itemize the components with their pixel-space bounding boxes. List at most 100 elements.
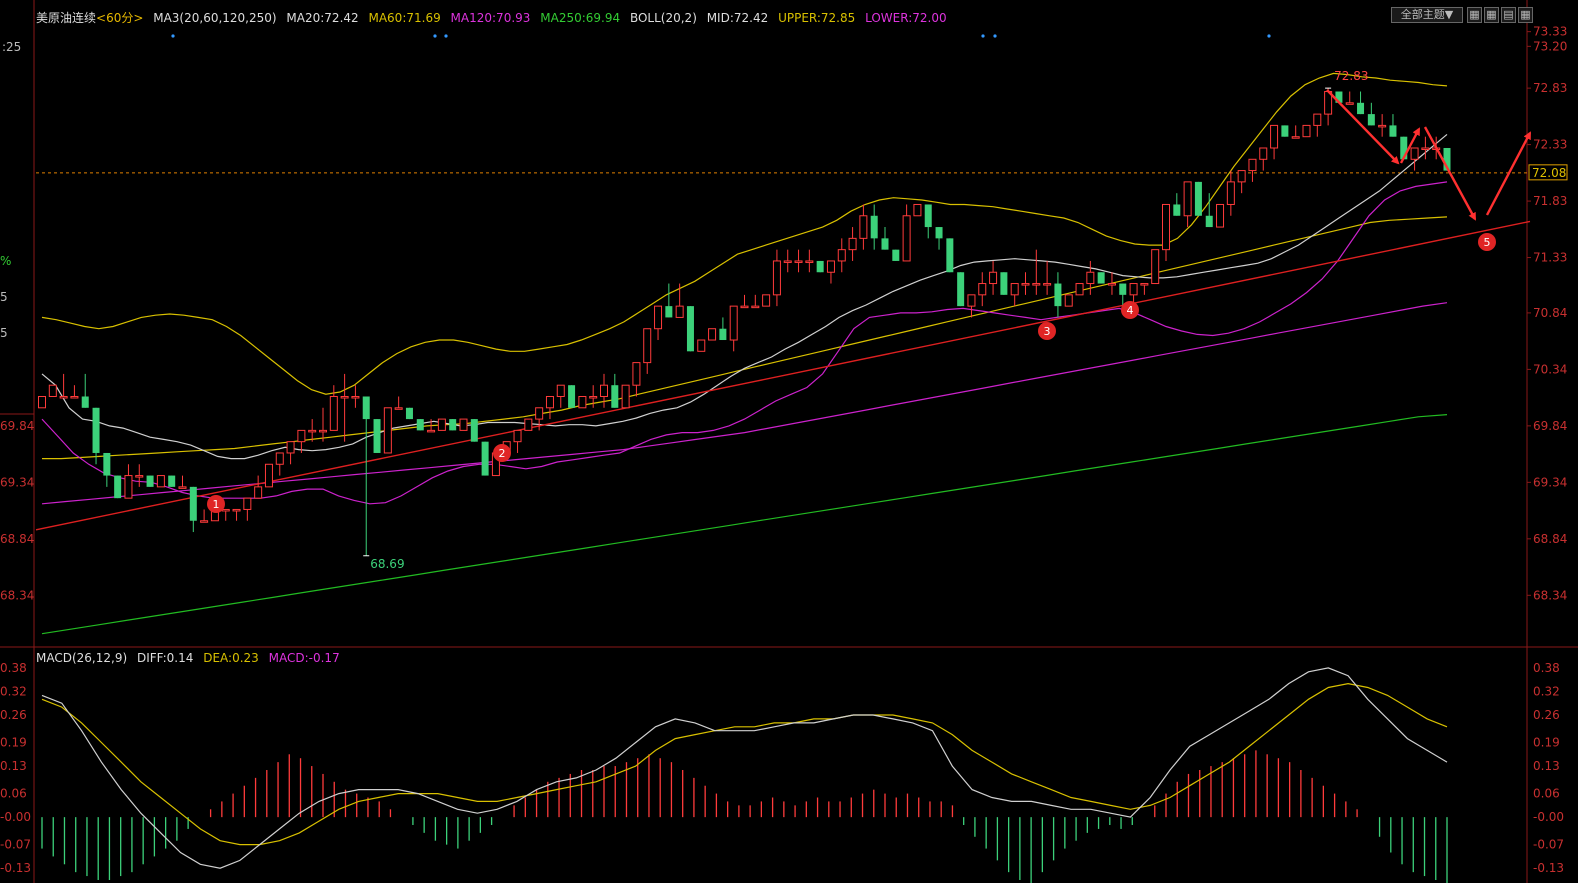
candle[interactable] [38, 395, 46, 409]
candle[interactable] [1183, 181, 1192, 228]
candle[interactable] [319, 407, 327, 442]
candle[interactable] [243, 497, 252, 521]
main-chart-svg[interactable]: 73.3373.20 72.83 72.33 71.83 71.33 70.84 70.34… [0, 0, 1578, 883]
candle[interactable] [902, 204, 911, 262]
candle[interactable] [200, 509, 209, 523]
candle[interactable] [1064, 294, 1073, 307]
candle[interactable] [1097, 272, 1105, 284]
candle[interactable] [686, 306, 694, 352]
candle[interactable] [221, 508, 230, 521]
candle[interactable] [589, 385, 598, 408]
candle[interactable] [762, 294, 771, 307]
candle[interactable] [232, 508, 241, 521]
candle[interactable] [1021, 272, 1030, 295]
toolbar-icon-3[interactable]: ▤ [1501, 7, 1516, 23]
candle[interactable] [1151, 249, 1160, 285]
candle[interactable] [146, 475, 154, 487]
candle[interactable] [675, 283, 684, 318]
candle[interactable] [1410, 147, 1419, 171]
candle[interactable] [481, 441, 489, 476]
candle[interactable] [1173, 193, 1181, 216]
candle[interactable] [568, 385, 576, 408]
candle[interactable] [1000, 272, 1008, 295]
candle[interactable] [70, 385, 79, 399]
candle[interactable] [1075, 283, 1084, 296]
candle[interactable] [643, 328, 652, 374]
candle[interactable] [1194, 181, 1202, 216]
candle[interactable] [114, 475, 122, 499]
candle[interactable] [1216, 203, 1225, 228]
candle[interactable] [103, 452, 111, 487]
candle[interactable] [1010, 283, 1019, 307]
candle[interactable] [189, 486, 197, 533]
candle[interactable] [308, 419, 317, 442]
candle[interactable] [600, 373, 608, 408]
candle[interactable] [805, 249, 814, 273]
candle[interactable] [373, 419, 381, 453]
candle[interactable] [1086, 260, 1095, 295]
candle[interactable] [881, 227, 889, 250]
candle[interactable] [340, 373, 349, 442]
kline-chart[interactable]: 73.33 73.20 72.83 72.33 71.83 71.33 70.84 70.34… [0, 0, 1578, 883]
candle[interactable] [545, 395, 554, 420]
candle[interactable] [459, 418, 468, 431]
candle[interactable] [848, 227, 857, 261]
candle[interactable] [1237, 170, 1246, 194]
candle[interactable] [1378, 114, 1387, 137]
candle[interactable] [772, 249, 781, 307]
candle[interactable] [751, 294, 760, 309]
candle[interactable] [1367, 102, 1375, 126]
candle[interactable] [254, 475, 263, 499]
candle[interactable] [989, 260, 998, 295]
candle[interactable] [611, 373, 619, 408]
candle[interactable] [1313, 113, 1322, 137]
candle[interactable] [654, 305, 663, 341]
candle[interactable] [578, 395, 587, 409]
toolbar-icon-4[interactable]: ▦ [1518, 7, 1533, 23]
candle[interactable] [1357, 91, 1365, 115]
candle[interactable] [168, 475, 176, 487]
candle[interactable] [351, 385, 360, 408]
candle[interactable] [264, 463, 273, 488]
candle[interactable] [156, 475, 165, 488]
candle[interactable] [556, 384, 565, 408]
candle[interactable] [470, 419, 478, 442]
candle[interactable] [621, 384, 630, 409]
candle[interactable] [275, 452, 284, 476]
candle[interactable] [697, 339, 706, 352]
candle[interactable] [1281, 125, 1289, 137]
candle[interactable] [978, 272, 987, 307]
candle[interactable] [92, 407, 100, 465]
theme-select-button[interactable]: 全部主题▼ [1391, 7, 1463, 23]
candle[interactable] [935, 227, 943, 250]
candle[interactable] [892, 249, 900, 261]
candle[interactable] [1043, 260, 1052, 295]
candle[interactable] [924, 204, 932, 239]
candle[interactable] [437, 418, 446, 431]
candle[interactable] [394, 396, 403, 410]
candle[interactable] [837, 238, 846, 273]
candle[interactable] [286, 441, 295, 465]
candle[interactable] [1140, 283, 1149, 295]
candle[interactable] [1248, 158, 1257, 182]
period-label[interactable]: <60分> [96, 11, 143, 25]
candle[interactable] [1259, 147, 1268, 171]
candle[interactable] [946, 238, 954, 273]
candle[interactable] [1226, 170, 1235, 216]
candle[interactable] [870, 204, 878, 250]
candle[interactable] [1107, 272, 1116, 295]
toolbar-icon-2[interactable]: ▦ [1484, 7, 1499, 23]
candle[interactable] [178, 475, 187, 489]
candle[interactable] [708, 328, 717, 341]
candle[interactable] [124, 464, 133, 499]
candle[interactable] [524, 418, 533, 431]
candle[interactable] [362, 396, 370, 556]
candle[interactable] [826, 260, 835, 284]
toolbar-icon-1[interactable]: ▦ [1467, 7, 1482, 23]
candle[interactable] [1345, 91, 1354, 105]
candle[interactable] [729, 305, 738, 352]
candle[interactable] [740, 294, 749, 309]
candle[interactable] [1389, 114, 1397, 137]
candle[interactable] [449, 419, 457, 431]
candle[interactable] [665, 283, 673, 318]
